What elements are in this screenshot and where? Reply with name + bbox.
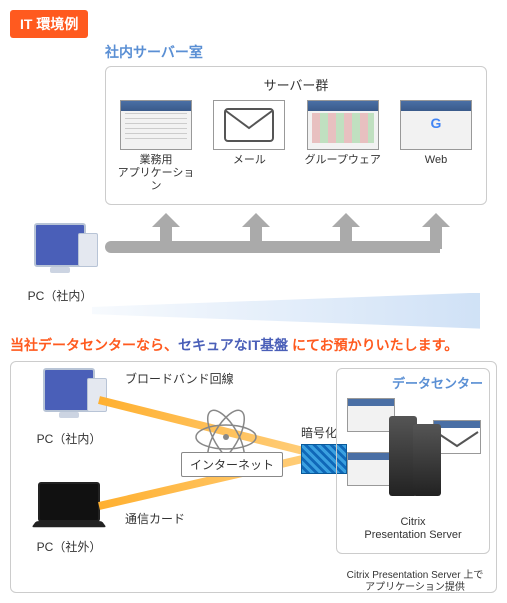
pc-internal-row: PC（社内） [10,223,497,293]
internet-label: インターネット [181,452,283,477]
mail-icon [213,100,285,150]
pc-label: PC（社内） [29,430,109,447]
tower-icon [87,378,107,412]
server-item-label: メール [209,154,289,167]
dc-server-label: Citrix Presentation Server [343,516,483,542]
server-item-app: 業務用 アプリケーション [116,100,196,194]
mini-thumb-icon [347,398,395,432]
datacenter-box: データセンター Citrix Presentation Server [336,368,490,554]
headline: 当社データセンターなら、セキュアなIT基盤 にてお預かりいたします。 [10,335,497,355]
headline-part1: 当社データセンターなら、 [10,337,178,353]
server-item-label: Web [396,154,476,167]
pc-internal: PC（社内） [20,223,100,304]
pc-internal-2: PC（社内） [29,368,109,447]
app-thumbnail-icon [120,100,192,150]
carrier-label: 通信カード [125,510,185,527]
server-item-mail: メール [209,100,289,194]
pc-label: PC（社外） [29,538,109,555]
headline-part2: にてお預かりいたします。 [288,337,458,353]
headline-highlight: セキュアなIT基盤 [178,337,288,353]
groupware-thumbnail-icon [307,100,379,150]
server-room-title: 社内サーバー室 [105,42,497,62]
laptop-icon [38,482,100,522]
footnote: Citrix Presentation Server 上で アプリケーション提供 [340,570,490,594]
it-env-badge: IT 環境例 [10,10,88,38]
tower-icon [78,233,98,267]
mini-thumb-icon [347,452,395,486]
datacenter-diagram: PC（社内） PC（社外） ブロードバンド回線 通信カード インターネット 暗号… [10,361,497,593]
broadband-label: ブロードバンド回線 [125,370,234,387]
pc-label: PC（社内） [20,287,100,304]
beam-graphic [80,293,480,329]
server-room-box: サーバー群 業務用 アプリケーション メール グループウェア Web [105,66,487,205]
encryption-label: 暗号化 [301,424,337,441]
datacenter-title: データセンター [343,373,483,392]
web-thumbnail-icon [400,100,472,150]
server-tower-icon [413,424,441,496]
server-item-web: Web [396,100,476,194]
server-group-title: サーバー群 [116,75,476,94]
server-row: 業務用 アプリケーション メール グループウェア Web [116,100,476,194]
server-item-label: グループウェア [303,154,383,167]
server-item-label: 業務用 アプリケーション [116,154,196,194]
pc-external: PC（社外） [29,482,109,555]
server-item-groupware: グループウェア [303,100,383,194]
